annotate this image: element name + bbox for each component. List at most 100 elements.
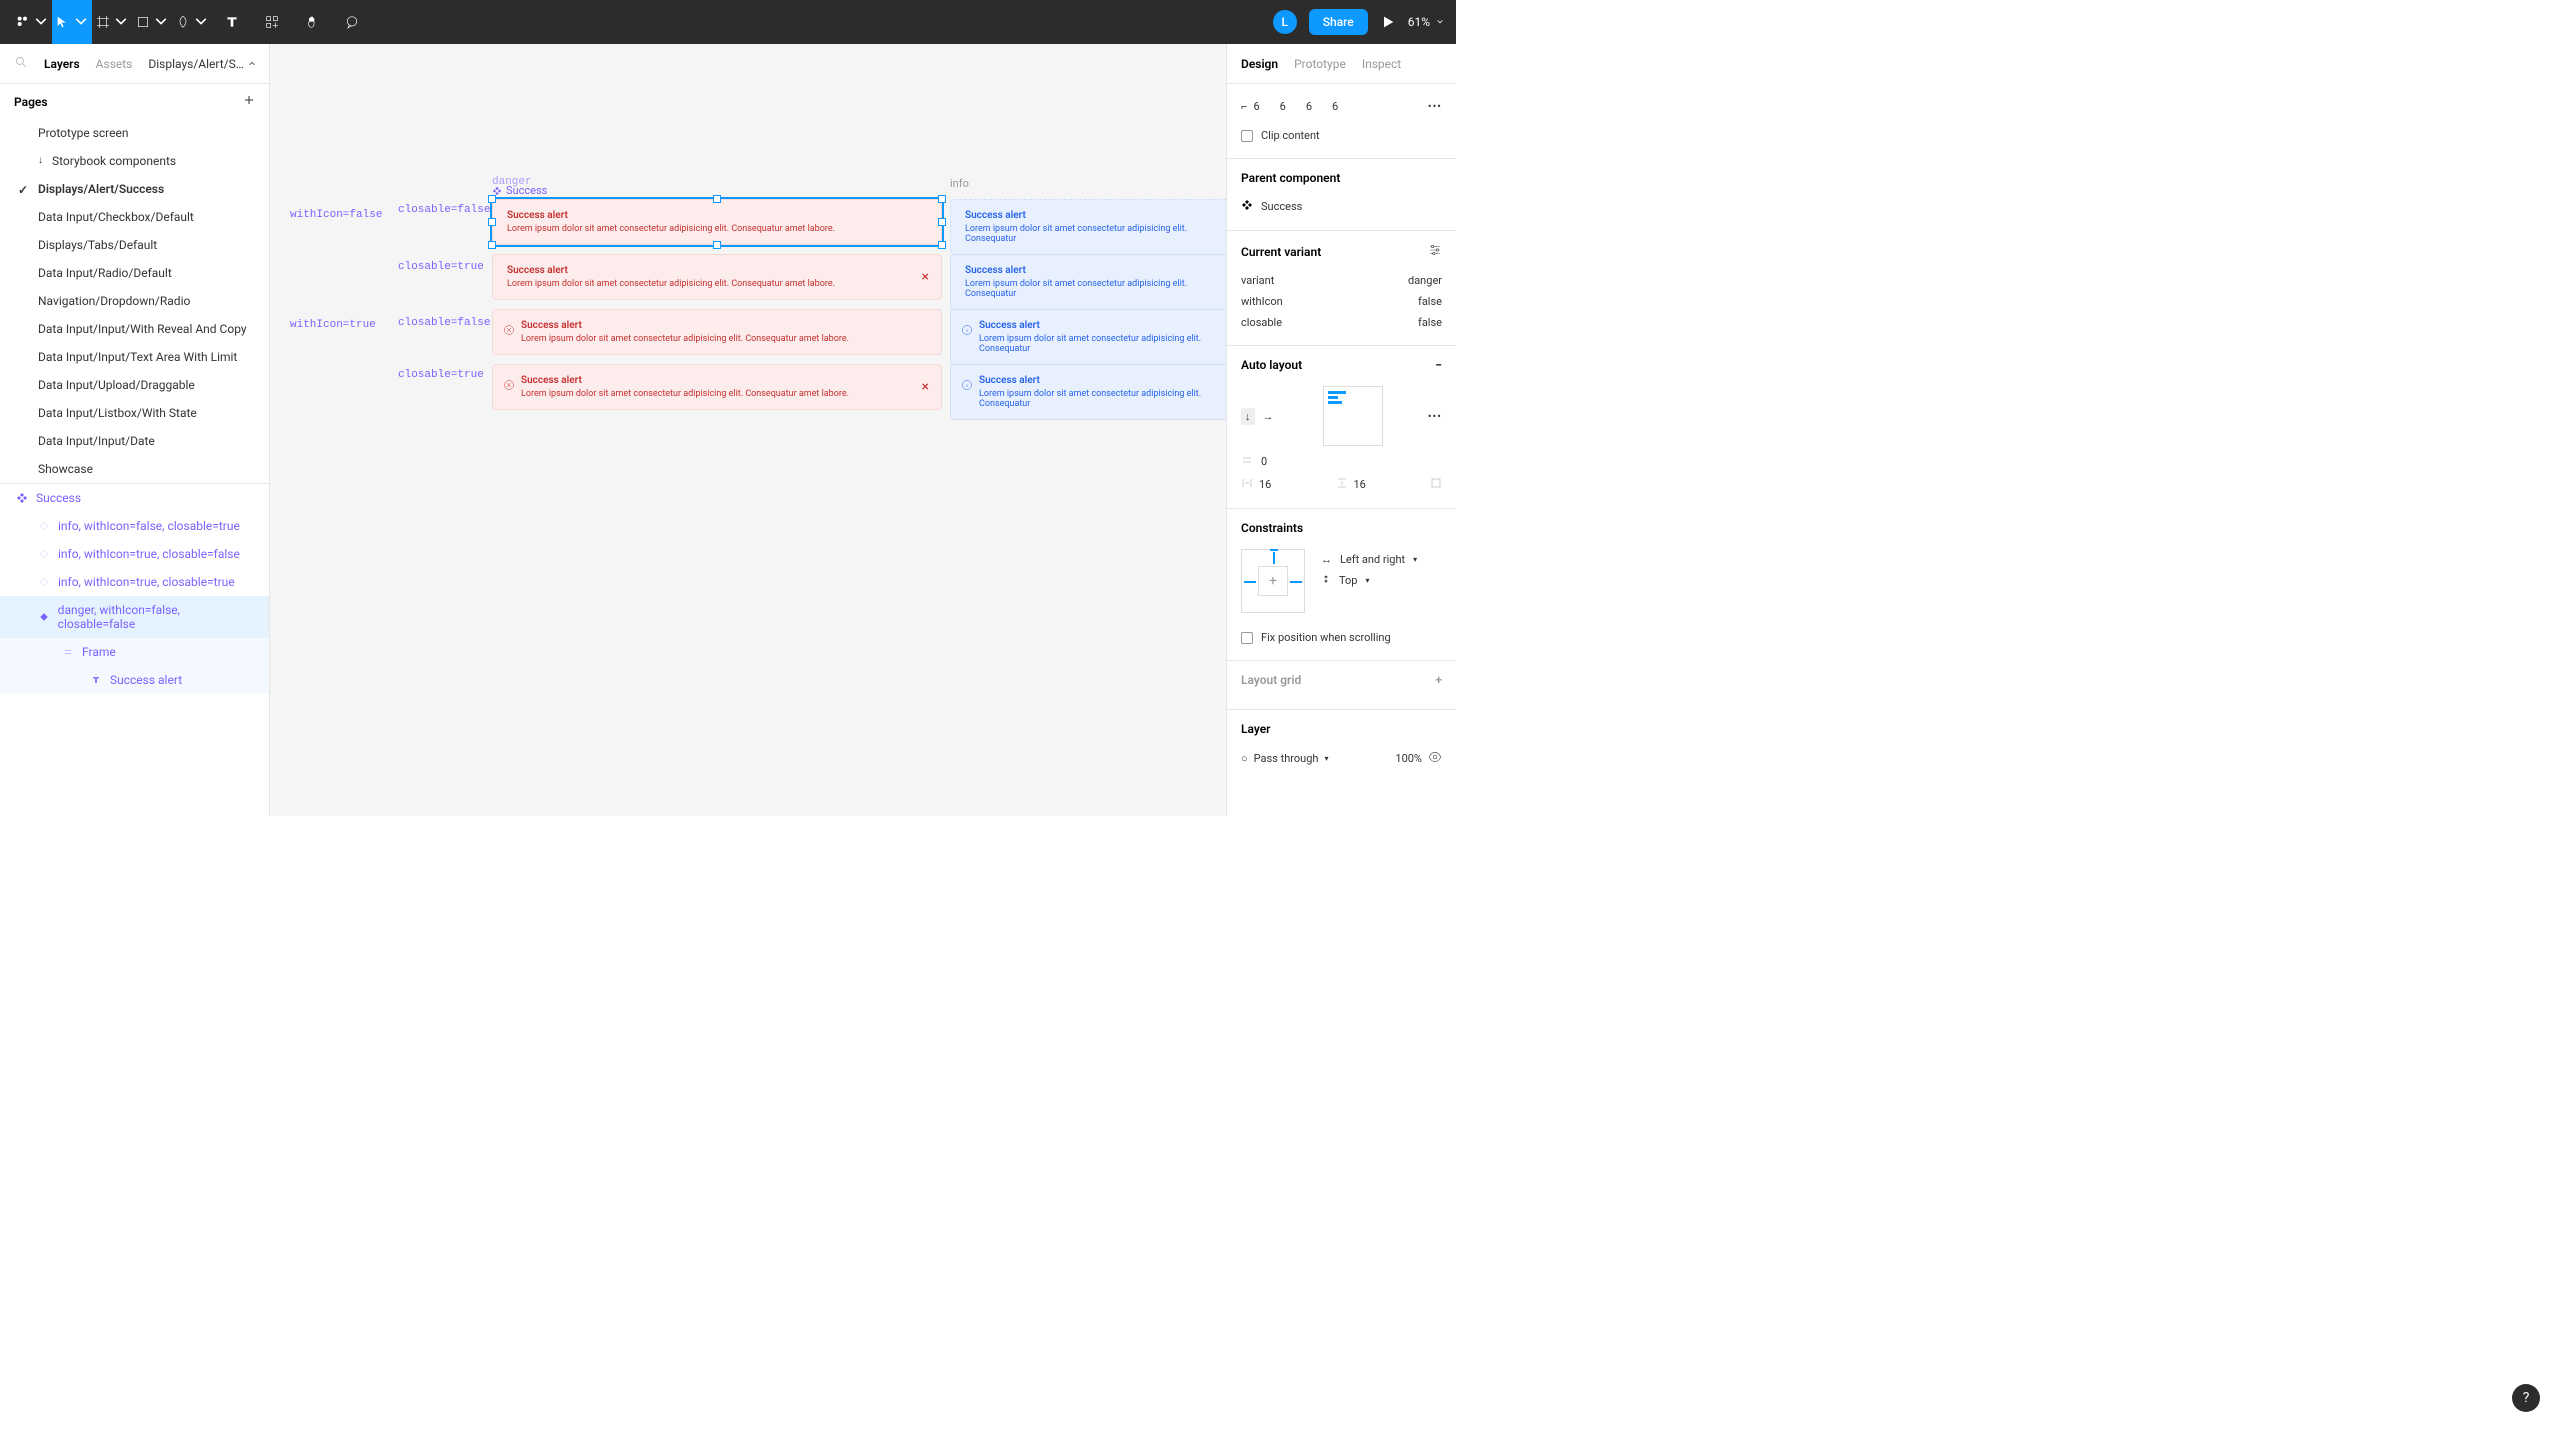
padding-v-input[interactable]: 16 xyxy=(1354,478,1366,491)
layer-variant[interactable]: info, withIcon=false, closable=true xyxy=(0,512,269,540)
direction-vertical-button[interactable]: ↓ xyxy=(1241,408,1255,425)
error-icon xyxy=(503,376,515,395)
alert-danger-variant[interactable]: Success alert Lorem ipsum dolor sit amet… xyxy=(492,199,942,245)
parent-component-section: Parent component Success xyxy=(1227,159,1456,231)
remove-autolayout-button[interactable]: − xyxy=(1435,358,1442,372)
more-options-icon[interactable]: ••• xyxy=(1428,410,1442,423)
visibility-icon[interactable] xyxy=(1428,750,1442,767)
alert-body: Lorem ipsum dolor sit amet consectetur a… xyxy=(521,389,927,399)
variant-value[interactable]: danger xyxy=(1408,274,1442,287)
figma-menu-button[interactable] xyxy=(12,0,52,44)
layer-variant[interactable]: info, withIcon=true, closable=false xyxy=(0,540,269,568)
padding-individual-icon[interactable] xyxy=(1430,477,1442,492)
constraint-h-select[interactable]: Left and right xyxy=(1340,553,1405,566)
parent-component-link[interactable]: Success xyxy=(1241,195,1442,218)
component-label[interactable]: Success xyxy=(492,184,547,197)
page-item[interactable]: Prototype screen xyxy=(0,119,269,147)
layer-variant[interactable]: info, withIcon=true, closable=true xyxy=(0,568,269,596)
tab-layers[interactable]: Layers xyxy=(44,57,80,71)
page-item[interactable]: Displays/Tabs/Default xyxy=(0,231,269,259)
layer-text[interactable]: Success alert xyxy=(0,666,269,694)
alert-body: Lorem ipsum dolor sit amet consectetur a… xyxy=(521,334,927,344)
component-icon xyxy=(1241,199,1253,214)
page-item[interactable]: ✓Displays/Alert/Success xyxy=(0,175,269,203)
text-tool-button[interactable] xyxy=(212,0,252,44)
alert-body: Lorem ipsum dolor sit amet consectetur a… xyxy=(507,279,927,289)
section-title: Constraints xyxy=(1241,521,1442,535)
add-grid-button[interactable]: + xyxy=(1435,673,1442,687)
page-item[interactable]: Data Input/Input/Text Area With Limit xyxy=(0,343,269,371)
alert-info-variant[interactable]: Success alert Lorem ipsum dolor sit amet… xyxy=(950,254,1226,310)
spacing-input[interactable]: 0 xyxy=(1261,455,1267,468)
zoom-control[interactable]: 61% xyxy=(1408,15,1444,29)
right-panel: Design Prototype Inspect ⌐6 6 6 6 ••• Cl… xyxy=(1226,44,1456,816)
layer-component-set[interactable]: Success xyxy=(0,484,269,512)
pen-tool-button[interactable] xyxy=(172,0,212,44)
page-item[interactable]: Showcase xyxy=(0,455,269,483)
alert-danger-variant[interactable]: Success alert Lorem ipsum dolor sit amet… xyxy=(492,364,942,410)
variant-value[interactable]: false xyxy=(1418,316,1442,329)
clip-content-label: Clip content xyxy=(1261,129,1320,142)
info-icon xyxy=(961,376,973,395)
page-item[interactable]: Data Input/Checkbox/Default xyxy=(0,203,269,231)
alert-info-variant[interactable]: Success alert Lorem ipsum dolor sit amet… xyxy=(950,199,1226,255)
comment-tool-button[interactable] xyxy=(332,0,372,44)
shape-tool-button[interactable] xyxy=(132,0,172,44)
tab-prototype[interactable]: Prototype xyxy=(1294,57,1346,71)
constraint-v-select[interactable]: Top xyxy=(1339,574,1357,587)
close-icon[interactable]: × xyxy=(922,269,929,285)
page-item[interactable]: Navigation/Dropdown/Radio xyxy=(0,287,269,315)
blend-mode-select[interactable]: Pass through xyxy=(1254,752,1319,765)
page-item[interactable]: Data Input/Input/Date xyxy=(0,427,269,455)
toolbar-right: L Share 61% xyxy=(1273,0,1444,44)
fix-position-checkbox[interactable] xyxy=(1241,632,1253,644)
page-item[interactable]: Data Input/Input/With Reveal And Copy xyxy=(0,315,269,343)
page-item[interactable]: Data Input/Upload/Draggable xyxy=(0,371,269,399)
zoom-value: 61% xyxy=(1408,15,1430,29)
page-item[interactable]: Data Input/Listbox/With State xyxy=(0,399,269,427)
present-button[interactable] xyxy=(1380,0,1396,44)
alert-danger-variant[interactable]: Success alert Lorem ipsum dolor sit amet… xyxy=(492,309,942,355)
close-icon[interactable]: × xyxy=(922,379,929,395)
component-icon xyxy=(492,186,502,196)
tab-design[interactable]: Design xyxy=(1241,57,1278,71)
tab-assets[interactable]: Assets xyxy=(96,57,133,71)
layer-variant-selected[interactable]: danger, withIcon=false, closable=false xyxy=(0,596,269,638)
alert-danger-variant[interactable]: Success alert Lorem ipsum dolor sit amet… xyxy=(492,254,942,300)
alert-info-variant[interactable]: Success alert Lorem ipsum dolor sit amet… xyxy=(950,364,1226,420)
padding-h-input[interactable]: 16 xyxy=(1259,478,1271,491)
more-options-icon[interactable]: ••• xyxy=(1428,100,1442,113)
direction-horizontal-button[interactable]: → xyxy=(1259,408,1278,425)
check-icon: ✓ xyxy=(18,183,28,197)
tab-inspect[interactable]: Inspect xyxy=(1362,57,1401,71)
alignment-grid[interactable] xyxy=(1323,386,1383,446)
add-page-button[interactable] xyxy=(243,94,255,109)
variant-icon xyxy=(38,611,50,623)
variant-settings-icon[interactable] xyxy=(1428,243,1442,260)
hand-tool-button[interactable] xyxy=(292,0,332,44)
corners-section: ⌐6 6 6 6 ••• Clip content xyxy=(1227,84,1456,159)
frame-tool-button[interactable] xyxy=(92,0,132,44)
search-icon[interactable] xyxy=(14,54,28,73)
canvas-content: withIcon=false withIcon=true closable=fa… xyxy=(270,44,1226,816)
section-title: Auto layout xyxy=(1241,358,1302,372)
variant-value[interactable]: false xyxy=(1418,295,1442,308)
clip-content-checkbox[interactable] xyxy=(1241,130,1253,142)
opacity-input[interactable]: 100% xyxy=(1395,752,1422,765)
help-button[interactable]: ? xyxy=(2512,1384,2540,1412)
move-tool-button[interactable] xyxy=(52,0,92,44)
constraint-visual[interactable]: + xyxy=(1241,549,1305,613)
file-name-dropdown[interactable]: Displays/Alert/S… xyxy=(148,57,255,71)
page-item[interactable]: ↓Storybook components xyxy=(0,147,269,175)
fix-position-label: Fix position when scrolling xyxy=(1261,631,1391,644)
frame-icon xyxy=(62,646,74,658)
page-item[interactable]: Data Input/Radio/Default xyxy=(0,259,269,287)
canvas[interactable]: withIcon=false withIcon=true closable=fa… xyxy=(270,44,1226,816)
alert-info-variant[interactable]: Success alert Lorem ipsum dolor sit amet… xyxy=(950,309,1226,365)
prop-label: withIcon=false xyxy=(290,209,382,221)
user-avatar[interactable]: L xyxy=(1273,10,1297,34)
resources-button[interactable] xyxy=(252,0,292,44)
layer-frame[interactable]: Frame xyxy=(0,638,269,666)
share-button[interactable]: Share xyxy=(1309,9,1368,35)
chevron-down-icon: ▾ xyxy=(1413,555,1417,564)
